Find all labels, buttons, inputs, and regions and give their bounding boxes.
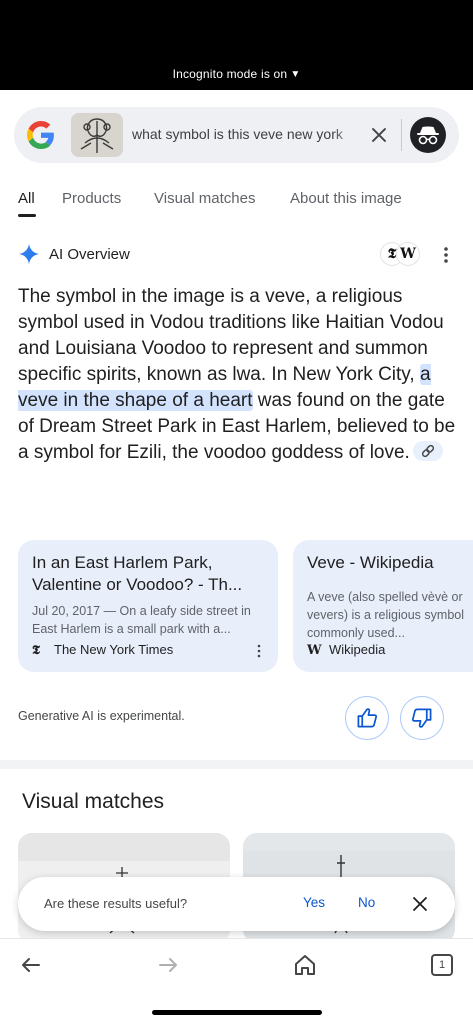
card-title: Veve - Wikipedia [307, 553, 434, 572]
search-input[interactable]: what symbol is this veve new york [132, 126, 362, 142]
gemini-sparkle-icon [18, 243, 40, 265]
card-source: 𝕿 The New York Times [32, 642, 173, 658]
card-title: In an East Harlem Park, Valentine or Voo… [32, 553, 243, 594]
search-bar[interactable]: what symbol is this veve new york [14, 107, 459, 163]
forward-arrow-icon[interactable] [154, 951, 182, 979]
incognito-avatar[interactable] [410, 117, 446, 153]
card-snippet: A veve (also spelled vèvè or vevers) is … [307, 590, 464, 640]
active-tab-indicator [18, 214, 36, 217]
wikipedia-favicon: W [307, 643, 322, 658]
more-options-icon[interactable] [438, 245, 454, 265]
tab-about-this-image[interactable]: About this image [290, 190, 402, 207]
thumbs-down-icon [411, 708, 432, 728]
source-card[interactable]: In an East Harlem Park, Valentine or Voo… [18, 540, 278, 672]
ai-text-part: The symbol in the image is a veve, a rel… [18, 286, 444, 385]
visual-matches-title: Visual matches [22, 790, 165, 813]
source-cards: In an East Harlem Park, Valentine or Voo… [18, 540, 473, 672]
tab-products[interactable]: Products [62, 190, 121, 207]
card-more-icon[interactable] [254, 644, 264, 658]
thumbs-down-button[interactable] [400, 696, 444, 740]
ai-overview-title: AI Overview [49, 246, 130, 263]
link-icon [421, 444, 434, 458]
source-link-chip[interactable] [412, 441, 443, 461]
incognito-mode-toggle[interactable]: Incognito mode is on ▼ [0, 67, 473, 81]
feedback-yes-button[interactable]: Yes [303, 895, 325, 910]
search-tabs: All Products Visual matches About this i… [0, 190, 473, 220]
tab-count: 1 [431, 954, 453, 976]
google-logo-icon [27, 121, 54, 149]
feedback-toast: Are these results useful? Yes No [18, 877, 455, 931]
ai-overview-header: AI Overview 𝕿 W [18, 242, 458, 268]
clear-search-icon[interactable] [366, 122, 392, 148]
tab-switcher-button[interactable]: 1 [428, 951, 456, 979]
status-bar: Incognito mode is on ▼ [0, 0, 473, 90]
card-source: W Wikipedia [307, 642, 385, 658]
nyt-favicon: 𝕿 [32, 643, 40, 658]
search-divider [401, 119, 402, 151]
wikipedia-favicon: W [396, 242, 420, 266]
source-card[interactable]: Veve - Wikipedia A veve (also spelled vè… [293, 540, 473, 672]
feedback-no-button[interactable]: No [358, 895, 375, 910]
card-snippet: Jul 20, 2017 — On a leafy side street in… [32, 604, 251, 636]
home-indicator[interactable] [152, 1010, 322, 1015]
card-source-name: The New York Times [54, 642, 174, 657]
ai-source-favicons[interactable]: 𝕿 W [380, 242, 420, 268]
incognito-icon [417, 126, 439, 145]
tab-all[interactable]: All [18, 190, 35, 207]
section-separator [0, 760, 473, 769]
home-icon[interactable] [291, 951, 319, 979]
generative-ai-note: Generative AI is experimental. [18, 709, 185, 723]
back-arrow-icon[interactable] [17, 951, 45, 979]
query-image-thumbnail[interactable] [71, 113, 123, 157]
tab-visual-matches[interactable]: Visual matches [154, 190, 255, 207]
feedback-question: Are these results useful? [44, 896, 188, 911]
thumbs-up-button[interactable] [345, 696, 389, 740]
thumbs-up-icon [357, 708, 378, 728]
close-icon[interactable] [409, 893, 431, 915]
ai-overview-text: The symbol in the image is a veve, a rel… [18, 284, 458, 466]
incognito-label: Incognito mode is on [172, 67, 288, 81]
chevron-down-icon: ▼ [290, 69, 301, 80]
card-source-name: Wikipedia [329, 642, 386, 657]
